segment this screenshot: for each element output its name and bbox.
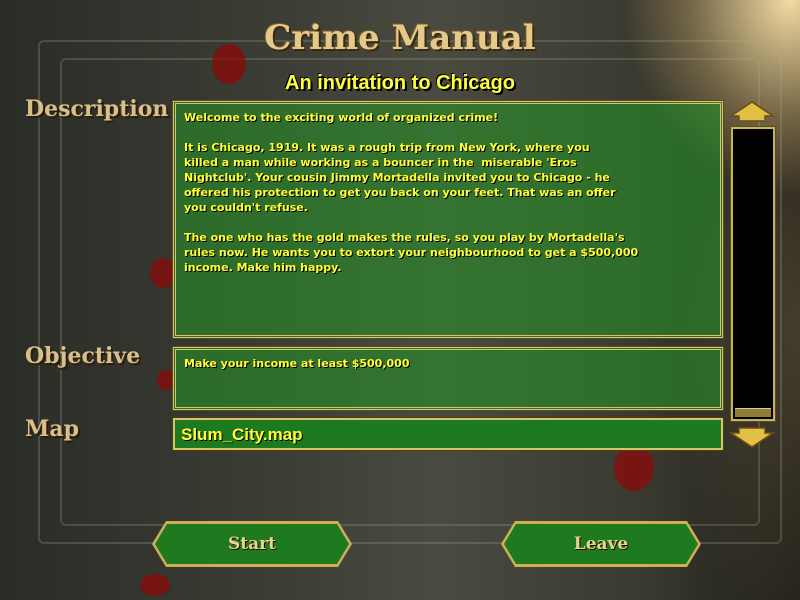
map-label: Map — [25, 416, 79, 442]
blood-splatter — [140, 574, 170, 596]
leave-button[interactable]: Leave — [501, 521, 701, 567]
leave-button-label: Leave — [504, 524, 698, 564]
description-panel[interactable]: Welcome to the exciting world of organiz… — [172, 100, 724, 339]
description-label: Description — [25, 96, 169, 122]
objective-text: Make your income at least $500,000 — [184, 357, 410, 370]
blood-splatter — [614, 445, 654, 491]
scrollbar-track[interactable] — [730, 126, 776, 422]
arrow-down-icon[interactable] — [727, 427, 777, 449]
start-button-label: Start — [155, 524, 349, 564]
arrow-up-icon[interactable] — [727, 100, 777, 122]
objective-panel: Make your income at least $500,000 — [172, 346, 724, 411]
objective-label: Objective — [25, 343, 141, 369]
scrollbar-thumb[interactable] — [735, 408, 771, 417]
map-field[interactable]: Slum_City.map — [172, 417, 724, 451]
description-text: Welcome to the exciting world of organiz… — [184, 111, 639, 274]
start-button[interactable]: Start — [152, 521, 352, 567]
mission-title: An invitation to Chicago — [285, 72, 515, 94]
page-title: Crime Manual — [264, 18, 536, 58]
